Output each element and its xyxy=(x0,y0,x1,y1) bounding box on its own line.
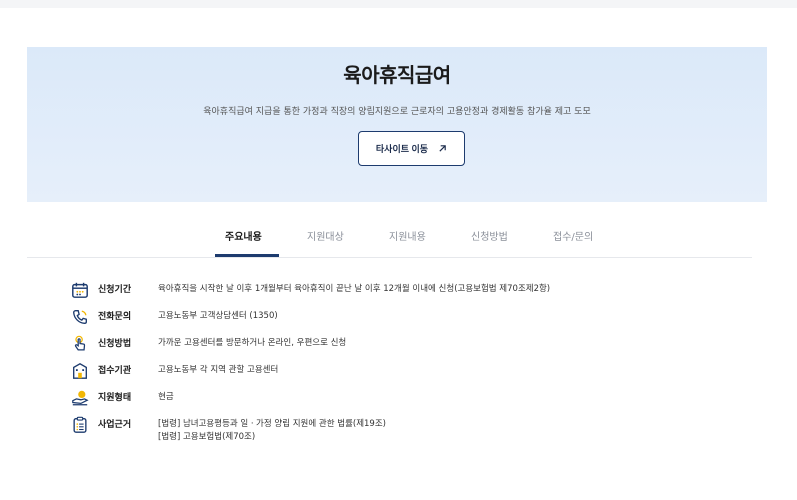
page-description: 육아휴직급여 지급을 통한 가정과 직장의 양립지원으로 근로자의 고용안정과 … xyxy=(203,107,591,117)
tab-main-content[interactable]: 주요내용 xyxy=(225,228,262,243)
top-strip xyxy=(0,0,797,8)
clipboard-icon xyxy=(70,415,90,435)
info-label: 접수기관 xyxy=(98,366,132,376)
tab-application-method[interactable]: 신청방법 xyxy=(471,228,508,243)
hand-pointer-icon xyxy=(70,334,90,354)
info-value-line: [법령] 고용보험법(제70조) xyxy=(158,432,256,442)
info-value: 가까운 고용센터를 방문하거나 온라인, 우편으로 신청 xyxy=(158,334,346,350)
info-row-support-type: 지원형태 현금 xyxy=(70,388,174,408)
info-value: 고용노동부 고객상담센터 (1350) xyxy=(158,307,278,323)
info-row-reception-agency: 접수기관 고용노동부 각 지역 관할 고용센터 xyxy=(70,361,278,381)
info-label: 신청기간 xyxy=(98,285,132,295)
hero-banner: 육아휴직급여 육아휴직급여 지급을 통한 가정과 직장의 양립지원으로 근로자의… xyxy=(27,47,767,202)
info-row-application-period: 신청기간 육아휴직을 시작한 날 이후 1개월부터 육아휴직이 끝난 날 이후 … xyxy=(70,280,550,300)
info-value: 현금 xyxy=(158,388,174,404)
info-label: 신청방법 xyxy=(98,339,132,349)
calendar-icon xyxy=(70,280,90,300)
tab-bar: 주요내용 지원대상 지원내용 신청방법 접수/문의 xyxy=(27,218,752,258)
info-row-legal-basis: 사업근거 [법령] 남녀고용평등과 일ㆍ가정 양립 지원에 관한 법률(제19조… xyxy=(70,415,386,444)
tab-eligibility[interactable]: 지원대상 xyxy=(307,228,344,243)
active-tab-indicator xyxy=(215,254,279,257)
info-value-line: [법령] 남녀고용평등과 일ㆍ가정 양립 지원에 관한 법률(제19조) xyxy=(158,419,386,429)
building-icon xyxy=(70,361,90,381)
info-row-application-method: 신청방법 가까운 고용센터를 방문하거나 온라인, 우편으로 신청 xyxy=(70,334,346,354)
external-site-button[interactable]: 타사이트 이동 xyxy=(358,131,465,166)
info-label: 사업근거 xyxy=(98,420,132,430)
info-row-phone-inquiry: 전화문의 고용노동부 고객상담센터 (1350) xyxy=(70,307,278,327)
info-value: 고용노동부 각 지역 관할 고용센터 xyxy=(158,361,278,377)
info-value-line: 현금 xyxy=(158,392,174,402)
arrow-up-right-icon xyxy=(438,144,447,153)
info-value-line: 육아휴직을 시작한 날 이후 1개월부터 육아휴직이 끝난 날 이후 12개월 … xyxy=(158,284,551,294)
info-value-line: 고용노동부 각 지역 관할 고용센터 xyxy=(158,365,279,375)
info-label: 지원형태 xyxy=(98,393,132,403)
info-label: 전화문의 xyxy=(98,312,132,322)
info-value-line: 고용노동부 고객상담센터 (1350) xyxy=(158,311,278,321)
page-title: 육아휴직급여 xyxy=(343,63,451,87)
hand-coin-icon xyxy=(70,388,90,408)
info-value-line: 가까운 고용센터를 방문하거나 온라인, 우편으로 신청 xyxy=(158,338,347,348)
tab-reception-inquiry[interactable]: 접수/문의 xyxy=(553,228,593,243)
external-site-button-label: 타사이트 이동 xyxy=(375,144,429,154)
info-value: 육아휴직을 시작한 날 이후 1개월부터 육아휴직이 끝난 날 이후 12개월 … xyxy=(158,280,550,296)
tab-support-details[interactable]: 지원내용 xyxy=(389,228,426,243)
info-value: [법령] 남녀고용평등과 일ㆍ가정 양립 지원에 관한 법률(제19조) [법령… xyxy=(158,415,386,444)
phone-icon xyxy=(70,307,90,327)
